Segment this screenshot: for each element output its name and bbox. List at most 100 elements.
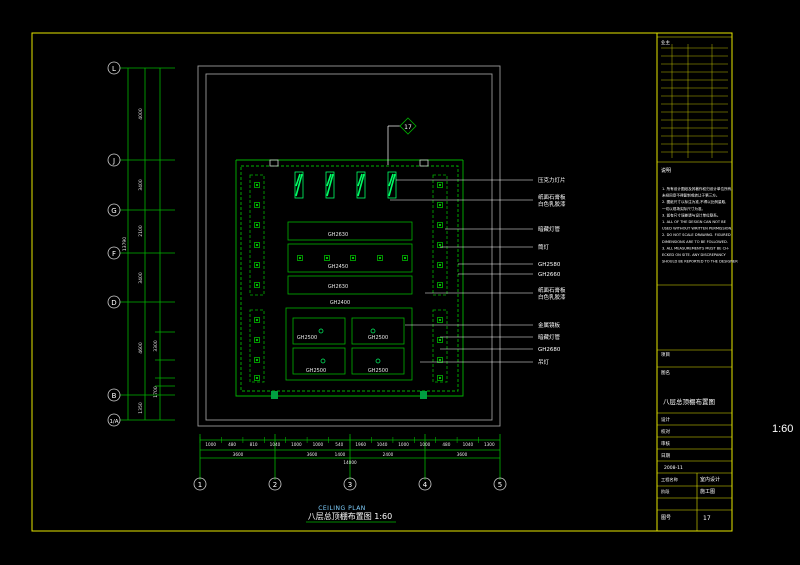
pendant-lamp-icon — [320, 358, 326, 364]
pendant-lamp-icon — [375, 358, 381, 364]
phase-label: 工程名称 — [661, 476, 678, 483]
downlight-icon — [437, 282, 443, 288]
note-line: 一切以现场实际尺寸为准。 — [662, 206, 705, 211]
stage-value: 施工图 — [700, 488, 715, 495]
downlight-icon — [254, 375, 260, 381]
note-line: 3. ALL MEASUREMENTS MUST BE CH- — [662, 246, 730, 250]
callout-label: 白色乳胶漆 — [538, 293, 566, 301]
acrylic-light-panels — [294, 171, 397, 199]
cad-drawing-canvas: L J G F D B 1/A 4000 3400 2100 3400 4600… — [31, 32, 738, 532]
note-line: 1. ALL OF THE DESIGN CAN NOT BE — [662, 220, 727, 224]
callout-label: 暗藏灯管 — [538, 333, 561, 341]
dim-value: 1400 — [335, 452, 346, 457]
dim-value: 1000 — [291, 442, 302, 447]
row-axis-label: 1/A — [109, 419, 118, 425]
downlight-icon — [350, 255, 356, 261]
project-label: 项目 — [661, 352, 670, 358]
dim-value: 4600 — [138, 342, 144, 354]
dim-value: 810 — [250, 442, 258, 447]
ceiling-height: GH2450 — [328, 264, 348, 270]
row-axis-label: B — [112, 392, 117, 400]
dim-value: 4000 — [138, 108, 144, 120]
dim-value: 14000 — [343, 460, 357, 465]
note-line: DIMENSIONS ARE TO BE FOLLOWED. — [662, 240, 728, 244]
downlight-icon — [437, 182, 443, 188]
row-axis-label: G — [111, 207, 116, 215]
row-axis-bubbles: L J G F D B 1/A — [107, 61, 121, 427]
downlight-icon — [437, 202, 443, 208]
row-axis-label: L — [112, 65, 116, 73]
downlight-fixtures — [254, 182, 443, 381]
phase-value: 室内设计 — [700, 476, 720, 483]
callout-label: 吊灯 — [538, 358, 550, 366]
downlight-icon — [324, 255, 330, 261]
dim-value: 480 — [228, 442, 236, 447]
downlight-icon — [437, 317, 443, 323]
column-axis-label: 5 — [498, 481, 502, 489]
side-scale-label: 1:60 — [772, 423, 794, 435]
downlight-icon — [254, 222, 260, 228]
left-dimension-values: 4000 3400 2100 3400 4600 3300 1700 1350 … — [122, 108, 159, 414]
callout-label: GH2580 — [538, 262, 561, 268]
column-axis-label: 3 — [348, 481, 352, 489]
note-line: USED WITHOUT WRITTEN PERMISSION. — [662, 227, 732, 231]
drawing-label: 图名 — [661, 369, 670, 376]
sheet-number: 17 — [703, 515, 711, 522]
downlight-icon — [254, 317, 260, 323]
elevation-marker: 17 — [387, 117, 417, 165]
dim-value: 1040 — [377, 442, 388, 447]
dim-value: 3600 — [457, 452, 468, 457]
ceiling-height: GH2400 — [330, 300, 350, 306]
downlight-icon — [437, 262, 443, 268]
designer-label: 设计 — [661, 416, 670, 423]
callout-label: GH2660 — [538, 272, 561, 278]
ceiling-boundary — [235, 159, 464, 397]
downlight-icon — [437, 222, 443, 228]
downlight-icon — [254, 282, 260, 288]
plan-caption-en: CEILING PLAN — [318, 505, 366, 512]
notes-title: 说明 — [661, 167, 671, 174]
plan-caption-cn: 八层总顶棚布置图 1:60 — [308, 511, 393, 521]
column-markers — [269, 159, 429, 167]
callout-labels: 压克力灯片 纸面石膏板 白色乳胶漆 暗藏灯管 筒灯 GH2580 GH2660 … — [538, 176, 566, 366]
bottom-dimension-values: 3600 3600 1400 2400 3600 14000 1000 480 81… — [199, 437, 495, 465]
date-value: 2008-11 — [664, 465, 683, 471]
dim-value: 3300 — [153, 340, 159, 352]
note-line: 2. 图纸尺寸以标注为准,不得以比例量取, — [662, 199, 726, 204]
note-line: 未经同意不得复制或转让于第三方。 — [662, 193, 720, 198]
note-line: 3. 如有尺寸误差请与设计单位联系。 — [662, 212, 720, 217]
ceiling-height: GH2500 — [368, 335, 388, 341]
side-light-troughs — [249, 174, 448, 383]
pendant-lamp-icon — [318, 328, 324, 334]
downlight-icon — [254, 242, 260, 248]
dim-value: 2400 — [383, 452, 394, 457]
row-axis-label: D — [111, 299, 116, 307]
title-block-text: 业主 说明 1. 所有设计图纸及其著作权归设计单位所有, 未经同意不得复制或转让… — [661, 39, 738, 522]
dim-value: 3600 — [233, 452, 244, 457]
downlight-icon — [254, 337, 260, 343]
dim-value: 1000 — [313, 442, 324, 447]
pendant-lamp-icon — [370, 328, 376, 334]
elevation-number: 17 — [404, 124, 412, 131]
column-axis-label: 4 — [423, 481, 428, 489]
dim-value: 540 — [335, 442, 343, 447]
downlight-icon — [437, 375, 443, 381]
dim-value: 1040 — [463, 442, 474, 447]
ceiling-height: GH2500 — [297, 335, 317, 341]
column-axis-label: 2 — [273, 481, 277, 489]
downlight-icon — [254, 182, 260, 188]
downlight-icon — [254, 202, 260, 208]
downlight-icon — [254, 357, 260, 363]
drawing-name: 八层总顶棚布置图 — [663, 397, 715, 406]
ceiling-height: GH2630 — [328, 284, 348, 290]
row-axis-label: F — [112, 250, 116, 258]
dim-value: 1960 — [355, 442, 366, 447]
note-line: 1. 所有设计图纸及其著作权归设计单位所有, — [662, 186, 732, 191]
downlight-icon — [377, 255, 383, 261]
callout-label: 暗藏灯管 — [538, 225, 561, 233]
left-dimension-chain — [120, 67, 175, 421]
downlight-icon — [297, 255, 303, 261]
callout-label: 金属镜板 — [538, 321, 561, 329]
ceiling-height: GH2500 — [368, 368, 388, 374]
owner-label: 业主 — [661, 39, 670, 46]
